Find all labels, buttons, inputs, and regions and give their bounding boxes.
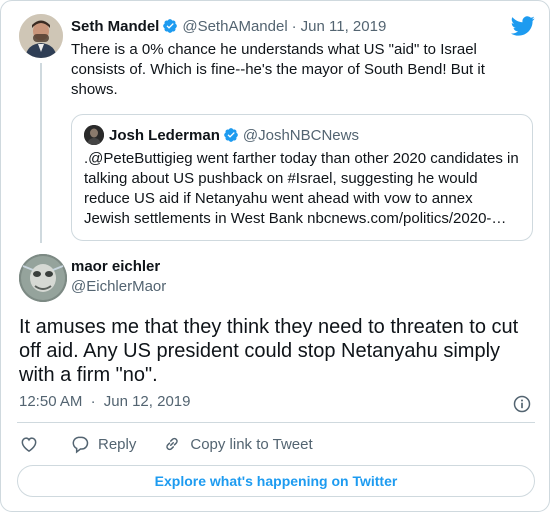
verified-badge-icon	[224, 128, 238, 142]
quoted-tweet-header: Josh Lederman @JoshNBCNews	[109, 125, 359, 145]
parent-tweet-header: Seth Mandel @SethAMandel · Jun 11, 2019	[71, 16, 386, 36]
main-author-name[interactable]: maor eichler	[71, 258, 160, 275]
verified-badge-icon	[163, 19, 178, 33]
header-separator: ·	[291, 17, 297, 35]
quoted-author-handle: @JoshNBCNews	[242, 126, 359, 144]
quoted-text-line: reduce US aid if Netanyahu went ahead wi…	[84, 190, 473, 207]
copy-link-button[interactable]: Copy link to Tweet	[162, 434, 313, 454]
quoted-author-name: Josh Lederman	[109, 126, 220, 144]
main-text-line: with a firm "no".	[19, 364, 158, 386]
reply-button[interactable]: Reply	[70, 434, 136, 454]
info-icon[interactable]	[512, 394, 532, 414]
link-icon	[166, 437, 179, 451]
main-tweet-text: It amuses me that they think they need t…	[19, 315, 534, 387]
tweet-timestamp[interactable]: 12:50 AM · Jun 12, 2019	[19, 393, 190, 410]
reply-label: Reply	[98, 435, 137, 453]
josh-lederman-avatar	[84, 125, 104, 145]
explore-twitter-button[interactable]: Explore what's happening on Twitter	[17, 465, 535, 497]
quoted-text-line: .@PeteButtigieg went farther today than …	[84, 150, 519, 167]
seth-mandel-avatar[interactable]	[19, 14, 63, 58]
parent-text-line: There is a 0% chance he understands what…	[71, 41, 477, 58]
quoted-text-line: Jewish settlements in West Bank nbcnews.…	[84, 210, 507, 227]
heart-icon	[21, 437, 37, 452]
parent-text-line: consists of. Which is fine--he's the may…	[71, 61, 485, 78]
divider	[17, 422, 535, 423]
like-button[interactable]	[19, 434, 39, 454]
reply-icon	[72, 436, 89, 454]
parent-text-line: shows.	[71, 81, 118, 98]
main-author-handle[interactable]: @EichlerMaor	[71, 278, 166, 295]
thread-connector-line	[40, 63, 42, 243]
tweet-time[interactable]: 12:50 AM	[19, 393, 82, 410]
tweet-actions: Reply Copy link to Tweet	[19, 433, 339, 455]
embedded-tweet-card: Seth Mandel @SethAMandel · Jun 11, 2019 …	[0, 0, 550, 512]
parent-author-name[interactable]: Seth Mandel	[71, 18, 159, 35]
maor-eichler-avatar[interactable]	[19, 254, 67, 302]
twitter-logo-icon[interactable]	[511, 14, 535, 38]
parent-tweet-date[interactable]: Jun 11, 2019	[301, 18, 387, 35]
parent-tweet[interactable]: Seth Mandel @SethAMandel · Jun 11, 2019 …	[1, 1, 549, 247]
main-text-line: off aid. Any US president could stop Net…	[19, 340, 501, 362]
timestamp-separator: ·	[90, 393, 96, 410]
main-text-line: It amuses me that they think they need t…	[19, 316, 519, 338]
copy-link-label: Copy link to Tweet	[190, 435, 313, 453]
parent-tweet-text: There is a 0% chance he understands what…	[71, 40, 531, 100]
quoted-tweet-text: .@PeteButtigieg went farther today than …	[84, 149, 524, 229]
quoted-text-line: talking about US pushback on #Israel, su…	[84, 170, 478, 187]
quoted-tweet[interactable]: Josh Lederman @JoshNBCNews .@PeteButtigi…	[71, 114, 533, 241]
parent-author-handle[interactable]: @SethAMandel	[182, 18, 287, 35]
tweet-date[interactable]: Jun 12, 2019	[104, 393, 191, 410]
